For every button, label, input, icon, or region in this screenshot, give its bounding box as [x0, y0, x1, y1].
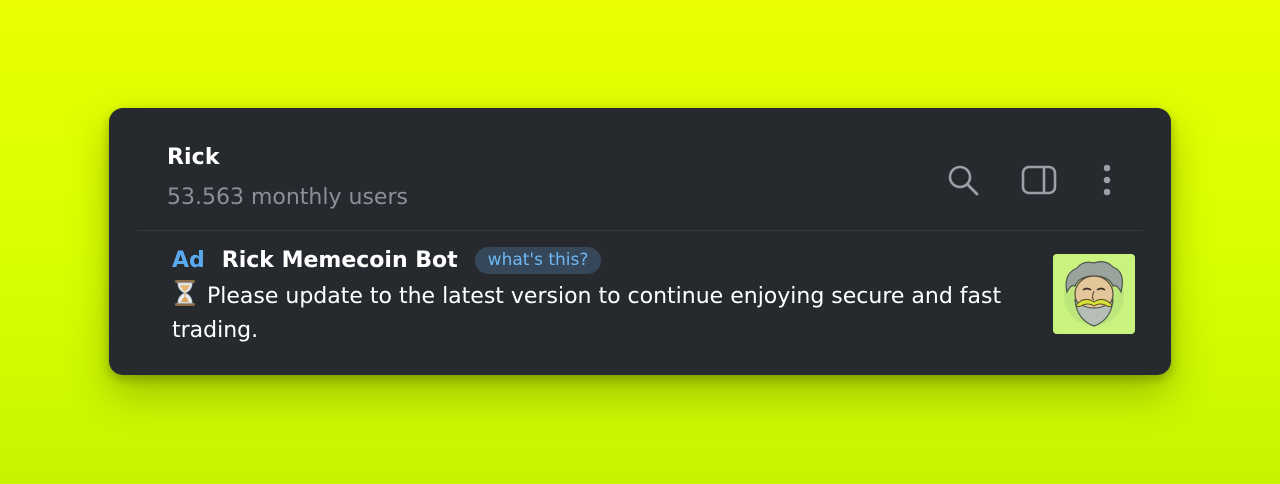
page-title: Rick: [167, 145, 220, 170]
header: Rick 53.563 monthly users: [109, 108, 1171, 231]
whats-this-button[interactable]: what's this?: [474, 246, 602, 274]
ad-bot-name[interactable]: Rick Memecoin Bot: [222, 248, 458, 273]
ad-message: Please update to the latest version to c…: [172, 279, 1032, 348]
more-options-button[interactable]: [1087, 160, 1127, 200]
more-vertical-icon: [1103, 164, 1111, 196]
ad-label: Ad: [172, 247, 205, 273]
monthly-users-count: 53.563 monthly users: [167, 185, 408, 210]
rick-avatar-thumbnail[interactable]: [1053, 254, 1135, 334]
search-icon: [948, 165, 979, 196]
search-button[interactable]: [943, 160, 983, 200]
bot-preview-card: Rick 53.563 monthly users Ad Rick Memeco…: [109, 108, 1171, 375]
sponsored-message[interactable]: Ad Rick Memecoin Bot what's this? Please…: [172, 245, 1052, 348]
side-panel-icon: [1021, 165, 1057, 195]
side-panel-button[interactable]: [1019, 160, 1059, 200]
rick-avatar: [1053, 254, 1135, 334]
divider: [137, 230, 1143, 231]
ad-message-text: Please update to the latest version to c…: [172, 284, 1002, 343]
hourglass-icon: [175, 280, 195, 306]
ad-header-line: Ad Rick Memecoin Bot what's this?: [172, 245, 1052, 275]
